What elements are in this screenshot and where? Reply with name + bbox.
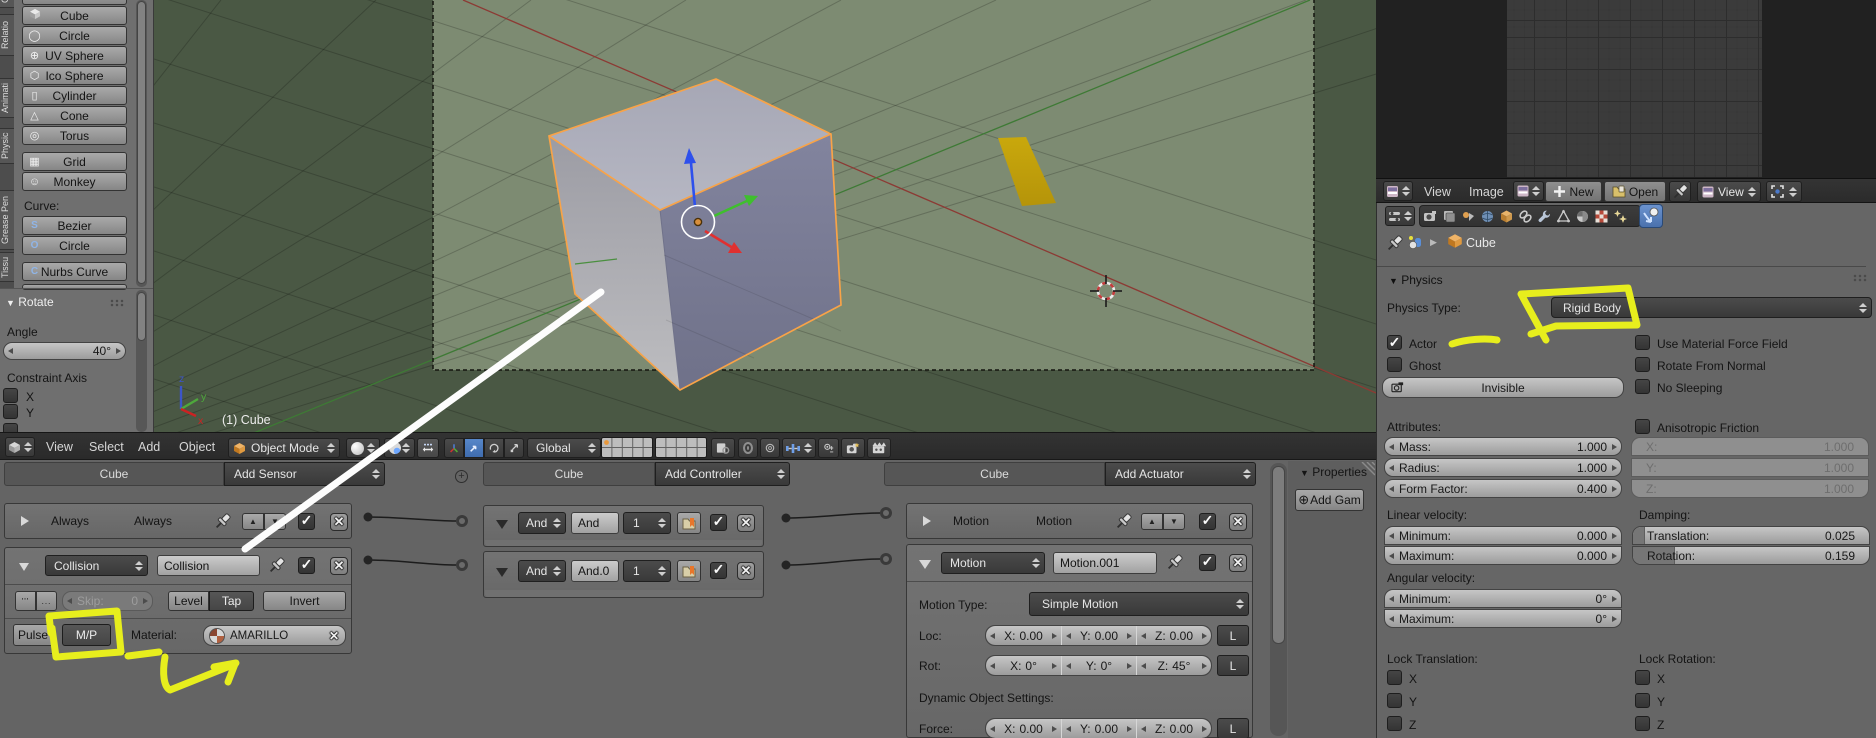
svg-text:z: z: [179, 373, 184, 385]
svg-text:y: y: [201, 391, 207, 403]
svg-text:x: x: [198, 415, 204, 427]
svg-text:(1) Cube: (1) Cube: [222, 413, 271, 427]
